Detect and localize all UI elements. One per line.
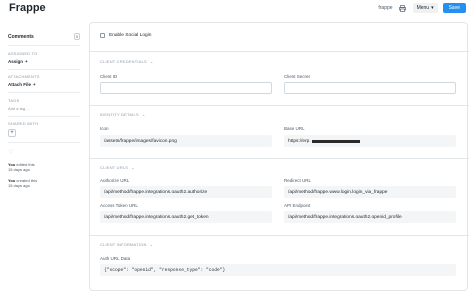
menu-button-label: Menu xyxy=(416,5,430,11)
comments-label: Comments xyxy=(8,33,34,40)
assigned-to-label: ASSIGNED TO xyxy=(8,50,38,56)
identity-details-section: IDENTITY DETAILS ⌄ Icon /assets/frappe/i… xyxy=(90,105,469,155)
user-link[interactable]: frappe xyxy=(378,5,392,11)
client-id-input[interactable] xyxy=(100,82,272,94)
divider xyxy=(8,92,80,93)
caret-down-icon: ⌄ xyxy=(141,112,146,117)
attachments-label: ATTACHMENTS xyxy=(8,74,40,79)
section-title: CLIENT URLS xyxy=(100,165,129,170)
assign-button[interactable]: Assign + xyxy=(8,59,80,64)
printer-icon[interactable] xyxy=(398,3,408,13)
authorize-url-label: Authorize URL xyxy=(100,178,130,183)
api-endpoint-field[interactable]: /api/method/frappe.integrations.oauth2.o… xyxy=(284,211,456,223)
base-url-label: Base URL xyxy=(284,126,305,131)
comments-row[interactable]: Comments 0 xyxy=(8,33,80,40)
access-token-url-label: Access Token URL xyxy=(100,203,138,208)
plus-icon: + xyxy=(25,58,28,64)
section-title: CLIENT CREDENTIALS xyxy=(100,59,147,64)
section-title: CLIENT INFORMATION xyxy=(100,242,147,247)
redacted-block xyxy=(311,139,360,143)
authorize-url-field[interactable]: /api/method/frappe.integrations.oauth2.a… xyxy=(100,186,272,198)
activity-time: 15 days ago xyxy=(8,166,30,172)
client-secret-label: Client Secret xyxy=(284,74,310,79)
enable-social-login-label: Enable Social Login xyxy=(109,33,152,38)
divider xyxy=(8,45,80,46)
base-url-field[interactable]: https://erp. xyxy=(284,135,456,147)
section-title: IDENTITY DETAILS xyxy=(100,112,139,117)
client-secret-input[interactable] xyxy=(284,82,456,94)
page-title: Frappe xyxy=(9,2,46,14)
activity-item: You edited this 15 days ago xyxy=(8,162,80,172)
enable-social-login-row[interactable]: Enable Social Login xyxy=(100,33,151,38)
form-main: Enable Social Login CLIENT CREDENTIALS ⌄… xyxy=(89,22,469,291)
auth-url-data-label: Auth URL Data xyxy=(100,256,131,261)
client-urls-section: CLIENT URLS ⌄ Authorize URL /api/method/… xyxy=(90,158,469,233)
redirect-url-label: Redirect URL xyxy=(284,178,312,183)
heart-icon[interactable]: ♡ xyxy=(8,149,80,156)
auth-url-data-field[interactable]: {"scope": "openid", "response_type": "co… xyxy=(100,264,456,276)
caret-down-icon: ⌄ xyxy=(131,165,135,170)
comments-count-badge: 0 xyxy=(73,33,80,40)
enable-social-login-checkbox[interactable] xyxy=(100,33,105,38)
icon-label: Icon xyxy=(100,126,109,131)
plus-icon: + xyxy=(33,82,36,87)
caret-down-icon: ⌄ xyxy=(149,242,154,247)
header-actions: frappe Menu ▾ Save xyxy=(378,3,466,13)
divider xyxy=(8,142,80,143)
attach-file-button[interactable]: Attach File + xyxy=(8,82,80,87)
save-button[interactable]: Save xyxy=(442,3,466,13)
client-id-label: Client ID xyxy=(100,74,118,79)
redirect-url-field[interactable]: /api/method/frappe.www.login.login_via_f… xyxy=(284,186,456,198)
identity-details-header[interactable]: IDENTITY DETAILS ⌄ xyxy=(100,112,145,117)
client-urls-header[interactable]: CLIENT URLS ⌄ xyxy=(100,165,135,170)
chevron-down-icon: ▾ xyxy=(431,5,434,11)
activity-time: 15 days ago xyxy=(8,182,30,188)
tags-label: TAGS xyxy=(8,97,20,103)
menu-button[interactable]: Menu ▾ xyxy=(412,3,438,13)
caret-down-icon: ⌄ xyxy=(149,59,154,64)
client-information-section: CLIENT INFORMATION ⌄ Auth URL Data {"sco… xyxy=(90,235,469,291)
divider xyxy=(8,115,80,116)
plus-icon: + xyxy=(10,130,14,136)
api-endpoint-label: API Endpoint xyxy=(284,203,311,208)
base-url-value: https://erp. xyxy=(288,138,311,144)
form-sidebar: Comments 0 ASSIGNED TO Assign + ATTACHME… xyxy=(8,33,80,188)
assign-label: Assign xyxy=(8,58,24,64)
access-token-url-field[interactable]: /api/method/frappe.integrations.oauth2.g… xyxy=(100,211,272,223)
shared-with-label: SHARED WITH xyxy=(8,121,39,126)
attach-file-label: Attach File xyxy=(8,82,32,87)
add-tag-link[interactable]: Add a tag ... xyxy=(8,106,80,111)
page-header: Frappe frappe Menu ▾ Save xyxy=(0,0,474,17)
share-add-button[interactable]: + xyxy=(8,129,16,137)
divider xyxy=(8,68,80,69)
activity-item: You created this 15 days ago xyxy=(8,178,80,188)
client-information-header[interactable]: CLIENT INFORMATION ⌄ xyxy=(100,242,153,247)
icon-field[interactable]: /assets/frappe/images/favicon.png xyxy=(100,135,272,147)
client-credentials-header[interactable]: CLIENT CREDENTIALS ⌄ xyxy=(100,59,153,64)
